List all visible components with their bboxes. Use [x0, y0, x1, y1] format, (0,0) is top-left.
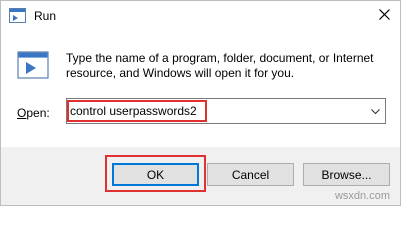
open-label-accelerator: O [17, 106, 27, 120]
title-bar: Run [1, 1, 400, 31]
browse-button[interactable]: Browse... [303, 163, 390, 186]
watermark: wsxdn.com [334, 190, 390, 202]
close-icon [378, 9, 390, 23]
prompt-text: Type the name of a program, folder, docu… [66, 51, 388, 81]
input-highlight-box [67, 100, 207, 122]
cancel-button[interactable]: Cancel [207, 163, 294, 186]
open-label-rest: pen: [26, 106, 50, 120]
run-dialog: Run Type the name of a program, folder, … [0, 0, 401, 206]
prompt-line-2: resource, and Windows will open it for y… [66, 66, 295, 80]
chevron-down-icon [370, 104, 380, 118]
ok-highlight-box [105, 155, 206, 192]
prompt-line-1: Type the name of a program, folder, docu… [66, 51, 374, 65]
close-button[interactable] [368, 1, 400, 31]
run-icon [9, 8, 26, 23]
dropdown-button[interactable] [365, 99, 385, 123]
window-title: Run [34, 9, 57, 23]
open-label: Open: [17, 106, 50, 120]
run-large-icon [17, 49, 49, 81]
